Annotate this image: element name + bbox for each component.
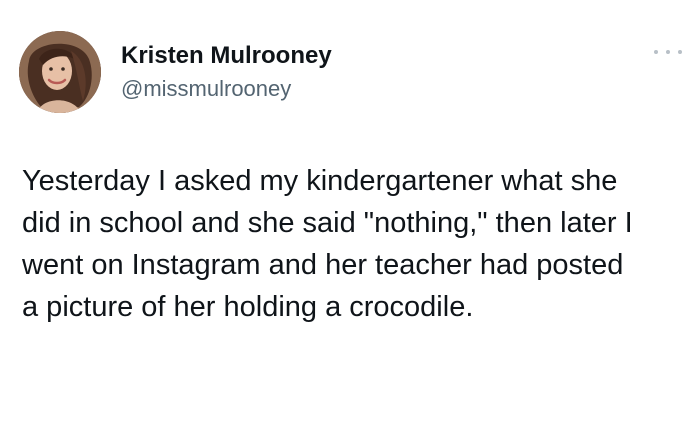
tweet-text-line: did in school and she said "nothing," th…: [22, 207, 633, 239]
profile-photo-icon: [19, 31, 101, 113]
tweet-card: Kristen Mulrooney @missmulrooney Yesterd…: [0, 0, 700, 435]
more-horizontal-icon-dot: [666, 50, 670, 54]
author-display-name[interactable]: Kristen Mulrooney: [121, 42, 332, 70]
tweet-text: Yesterday I asked my kindergartener what…: [22, 160, 687, 328]
tweet-text-line: Yesterday I asked my kindergartener what…: [22, 165, 618, 197]
tweet-text-line: went on Instagram and her teacher had po…: [22, 249, 624, 281]
more-horizontal-icon: [654, 50, 658, 54]
author-handle[interactable]: @missmulrooney: [121, 76, 291, 102]
more-horizontal-icon-dot: [678, 50, 682, 54]
more-options-button[interactable]: [654, 45, 682, 59]
avatar[interactable]: [19, 31, 101, 113]
tweet-text-line: a picture of her holding a crocodile.: [22, 291, 474, 323]
